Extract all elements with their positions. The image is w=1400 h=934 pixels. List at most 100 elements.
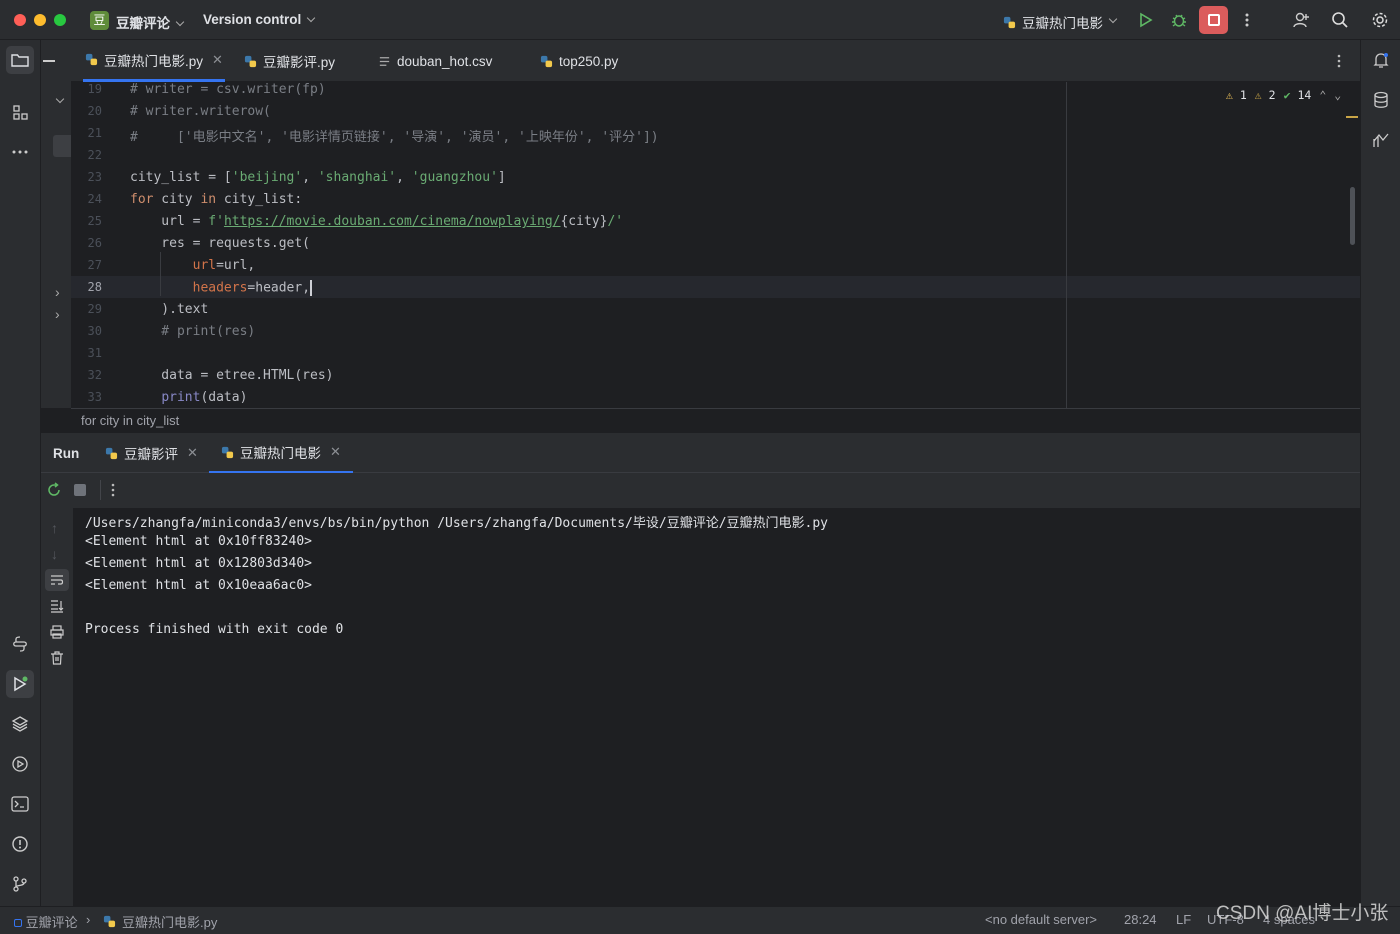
editor-scrollbar[interactable] [1350, 187, 1355, 245]
code-line: res = requests.get( [130, 236, 310, 251]
run-icon[interactable] [1133, 8, 1157, 32]
watermark-text: CSDN @AI博士小张 [1216, 903, 1389, 924]
vcs-menu[interactable]: Version control [203, 12, 316, 27]
status-server[interactable]: <no default server> [985, 912, 1097, 927]
tab-label: top250.py [559, 53, 619, 69]
code-line: ).text [130, 302, 208, 317]
code-token: res = requests.get( [130, 236, 311, 251]
scroll-down-icon[interactable]: ↓ [51, 546, 58, 562]
settings-gear-icon[interactable] [1368, 8, 1392, 32]
run-config-selector[interactable]: 豆瓣热门电影 [1003, 12, 1118, 32]
status-file[interactable]: 豆瓣热门电影.py [103, 912, 217, 931]
chevron-right-icon[interactable]: › [55, 306, 60, 322]
project-badge-icon[interactable]: 豆 [90, 11, 109, 30]
line-number: 21 [87, 126, 102, 140]
inspection-widget[interactable]: ⚠ 1 ⚠ 2 ✔ 14 ⌃ ⌄ [1226, 88, 1341, 102]
rerun-icon[interactable] [46, 482, 62, 501]
breadcrumb[interactable]: for city in city_list [81, 413, 179, 428]
add-user-icon[interactable] [1289, 8, 1313, 32]
scroll-to-end-icon[interactable] [50, 599, 64, 616]
run-config-label: 豆瓣热门电影 [1022, 16, 1103, 31]
debug-icon[interactable] [1167, 8, 1191, 32]
error-count[interactable]: ⚠ 1 [1226, 88, 1247, 102]
run-tab-douban-reviews[interactable]: 豆瓣影评 ✕ [105, 433, 198, 473]
services-icon[interactable] [6, 750, 34, 778]
line-number-gutter: 19 20 21 22 23 24 25 26 27 28 29 30 31 3… [71, 82, 123, 408]
python-packages-icon[interactable] [6, 710, 34, 738]
run-tab-douban-hot-movies[interactable]: 豆瓣热门电影 ✕ [209, 433, 353, 473]
more-tools-icon[interactable] [6, 138, 34, 166]
code-token: city_list: [216, 192, 303, 207]
warning-stripe-marker[interactable] [1346, 116, 1358, 118]
code-token: url [192, 258, 217, 273]
line-number: 20 [87, 104, 102, 118]
chevron-right-icon[interactable]: › [55, 284, 60, 300]
run-tab-label: 豆瓣热门电影 [240, 446, 321, 461]
tab-options-icon[interactable] [1337, 53, 1341, 72]
status-project[interactable]: 豆瓣评论 [14, 912, 78, 931]
stop-button[interactable] [1199, 6, 1228, 34]
stop-icon[interactable] [74, 484, 86, 496]
project-switcher[interactable]: 豆瓣评论 [116, 12, 185, 32]
close-icon[interactable]: ✕ [212, 52, 223, 68]
code-line: # writer.writerow( [130, 104, 271, 119]
tab-label: 豆瓣热门电影.py [104, 53, 204, 69]
chevron-down-icon[interactable] [55, 93, 65, 108]
run-tool-icon[interactable] [6, 670, 34, 698]
project-name: 豆瓣评论 [116, 16, 170, 31]
scroll-up-icon[interactable]: ↑ [51, 520, 58, 536]
tab-label: douban_hot.csv [397, 53, 493, 69]
problems-icon[interactable] [6, 830, 34, 858]
line-number: 25 [87, 214, 102, 228]
print-icon[interactable] [50, 625, 64, 642]
chevron-down-icon [175, 17, 185, 27]
trash-icon[interactable] [50, 651, 64, 668]
git-branch-icon[interactable] [6, 870, 34, 898]
database-icon[interactable] [1367, 86, 1395, 114]
run-console-output[interactable]: /Users/zhangfa/miniconda3/envs/bs/bin/py… [73, 508, 1360, 906]
code-token: , [396, 170, 412, 185]
selected-node-marker [53, 135, 71, 157]
error-count-value: 1 [1239, 88, 1247, 102]
python-file-icon [244, 55, 257, 67]
more-actions-icon[interactable] [1235, 8, 1259, 32]
window-close-button[interactable] [14, 14, 26, 26]
sciview-chart-icon[interactable] [1367, 126, 1395, 154]
code-line: # writer = csv.writer(fp) [130, 82, 326, 97]
code-token: # writer.writerow( [130, 104, 271, 119]
python-console-icon[interactable] [6, 630, 34, 658]
status-line-separator[interactable]: LF [1176, 912, 1191, 927]
tab-douban-hot-movies[interactable]: 豆瓣热门电影.py ✕ [83, 40, 225, 82]
tab-douban-reviews[interactable]: 豆瓣影评.py [244, 40, 335, 82]
search-icon[interactable] [1328, 8, 1352, 32]
typo-count[interactable]: ✔ 14 [1284, 88, 1312, 102]
project-tool-folder-icon[interactable] [6, 46, 34, 74]
close-icon[interactable]: ✕ [187, 445, 198, 461]
window-minimize-button[interactable] [34, 14, 46, 26]
code-token: ] [497, 170, 506, 185]
warning-count-value: 2 [1268, 88, 1276, 102]
status-caret-position[interactable]: 28:24 [1124, 912, 1157, 927]
minimize-icon[interactable] [43, 60, 55, 62]
warning-count[interactable]: ⚠ 2 [1255, 88, 1276, 102]
code-editor[interactable]: 19 20 21 22 23 24 25 26 27 28 29 30 31 3… [71, 82, 1360, 408]
notifications-bell-icon[interactable] [1367, 46, 1395, 74]
tab-top250[interactable]: top250.py [540, 40, 618, 82]
console-line: Process finished with exit code 0 [85, 622, 344, 637]
more-options-icon[interactable] [111, 482, 115, 501]
window-maximize-button[interactable] [54, 14, 66, 26]
chevron-down-icon [307, 13, 316, 23]
python-file-icon [103, 915, 116, 928]
soft-wrap-icon[interactable] [45, 569, 69, 591]
console-line: /Users/zhangfa/miniconda3/envs/bs/bin/py… [85, 516, 828, 531]
title-bar: 豆 豆瓣评论 Version control 豆瓣热门电影 [0, 0, 1400, 40]
structure-icon[interactable] [6, 98, 34, 126]
console-line: <Element html at 0x10eaa6ac0> [85, 578, 312, 593]
terminal-icon[interactable] [6, 790, 34, 818]
run-panel-header: Run 豆瓣影评 ✕ 豆瓣热门电影 ✕ [41, 432, 1360, 473]
close-icon[interactable]: ✕ [330, 444, 341, 460]
next-highlight-icon[interactable]: ⌄ [1334, 88, 1341, 102]
tab-douban-hot-csv[interactable]: douban_hot.csv [378, 40, 492, 82]
previous-highlight-icon[interactable]: ⌃ [1319, 88, 1326, 102]
code-breadcrumb-bar: for city in city_list [71, 408, 1360, 432]
